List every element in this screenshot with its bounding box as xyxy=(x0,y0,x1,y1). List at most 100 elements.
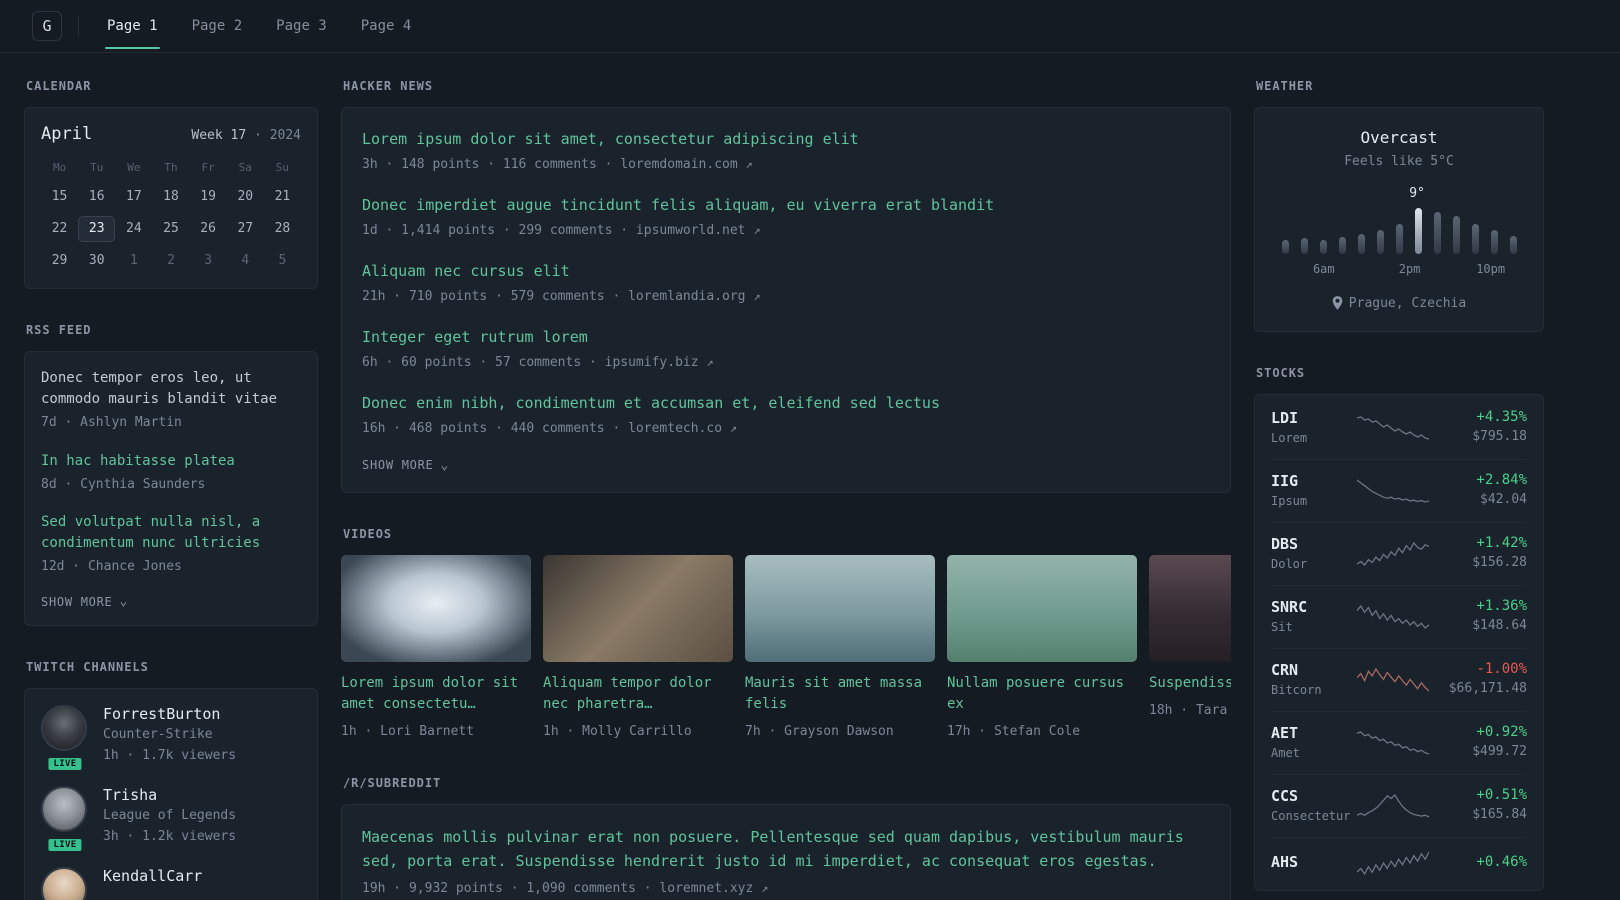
videos-row: Lorem ipsum dolor sit amet consectetu… 1… xyxy=(341,555,1231,742)
tab-page-4[interactable]: Page 4 xyxy=(359,0,414,53)
video-meta: 7h · Grayson Dawson xyxy=(745,724,894,739)
stock-name: Consectetur xyxy=(1271,809,1351,823)
channel-game: League of Legends xyxy=(103,807,237,823)
stock-symbol: AHS xyxy=(1271,853,1299,871)
hackernews-item: Donec enim nibh, condimentum et accumsan… xyxy=(362,392,1210,438)
video-card[interactable]: Suspendisse diam 18h · Tara xyxy=(1149,555,1231,742)
weather-time-label: 2pm xyxy=(1398,261,1421,276)
rss-item-meta: 8d · Cynthia Saunders xyxy=(41,476,206,492)
video-title[interactable]: Aliquam tempor dolor nec pharetra… xyxy=(543,673,733,715)
channel-meta: 1h · 1.7k viewers xyxy=(103,748,237,763)
stock-row: CCS Consectetur +0.51% $165.84 xyxy=(1271,774,1527,837)
external-link-icon: ↗ xyxy=(745,156,753,171)
video-card[interactable]: Lorem ipsum dolor sit amet consectetu… 1… xyxy=(341,555,531,742)
weather-bar xyxy=(1300,237,1308,254)
video-title[interactable]: Suspendisse diam xyxy=(1149,673,1231,694)
calendar-day: 22 xyxy=(51,221,68,236)
weather-chart: 9° 6am 2pm 10pm xyxy=(1281,186,1517,278)
hackernews-section: HACKER NEWS Lorem ipsum dolor sit amet, … xyxy=(341,79,1231,493)
twitch-channel[interactable]: LIVE KendallCarr xyxy=(41,866,301,900)
stock-row: IIG Ipsum +2.84% $42.04 xyxy=(1271,459,1527,522)
stock-row: SNRC Sit +1.36% $148.64 xyxy=(1271,585,1527,648)
video-title[interactable]: Mauris sit amet massa felis xyxy=(745,673,935,715)
video-title[interactable]: Lorem ipsum dolor sit amet consectetu… xyxy=(341,673,531,715)
video-thumbnail xyxy=(1149,555,1231,662)
channel-name: ForrestBurton xyxy=(103,704,221,723)
calendar-day: 26 xyxy=(200,221,216,236)
stock-name: Lorem xyxy=(1271,431,1308,445)
rss-item-title[interactable]: Sed volutpat nulla nisl, a condimentum n… xyxy=(41,512,301,554)
hackernews-item-title[interactable]: Donec enim nibh, condimentum et accumsan… xyxy=(362,392,1210,415)
calendar-weekday: Mo xyxy=(52,161,67,174)
channel-name: Trisha xyxy=(103,785,158,804)
weather-bar xyxy=(1281,239,1289,254)
stock-row: LDI Lorem +4.35% $795.18 xyxy=(1271,397,1527,459)
rss-show-more-button[interactable]: SHOW MORE ⌄ xyxy=(41,595,301,609)
stock-price: $795.18 xyxy=(1472,429,1527,445)
hackernews-show-more-button[interactable]: SHOW MORE ⌄ xyxy=(362,458,1210,472)
calendar-weekday: Th xyxy=(164,161,178,174)
external-link-icon: ↗ xyxy=(706,354,714,369)
calendar-day: 16 xyxy=(88,189,105,204)
stock-name: Sit xyxy=(1271,620,1293,634)
calendar-weekday: We xyxy=(127,161,141,174)
stock-symbol: SNRC xyxy=(1271,598,1308,616)
section-header-stocks: STOCKS xyxy=(1256,366,1306,380)
calendar-day: 21 xyxy=(274,189,291,204)
weather-bar xyxy=(1490,229,1498,254)
calendar-weekday: Tu xyxy=(90,161,104,174)
channel-meta: 3h · 1.2k viewers xyxy=(103,829,237,844)
stock-name: Ipsum xyxy=(1271,494,1308,508)
weather-bar xyxy=(1433,211,1441,254)
app-logo[interactable]: G xyxy=(32,11,62,41)
calendar-day-selected: 23 xyxy=(78,216,116,242)
stock-price: $156.28 xyxy=(1472,555,1527,571)
video-meta: 17h · Stefan Cole xyxy=(947,724,1081,739)
stock-change: +1.42% xyxy=(1476,535,1527,552)
stocks-card: LDI Lorem +4.35% $795.18 IIG Ipsum +2.84… xyxy=(1254,394,1544,891)
stock-symbol: CCS xyxy=(1271,787,1299,805)
twitch-channel[interactable]: LIVE ForrestBurton Counter-Strike 1h · 1… xyxy=(41,704,301,772)
subreddit-post-title[interactable]: Maecenas mollis pulvinar erat non posuer… xyxy=(362,825,1210,873)
hackernews-item-title[interactable]: Aliquam nec cursus elit xyxy=(362,260,1210,283)
rss-item-title[interactable]: In hac habitasse platea xyxy=(41,451,301,472)
section-header-subreddit: /R/SUBREDDIT xyxy=(343,775,442,790)
weather-bar xyxy=(1319,239,1327,254)
calendar-day: 19 xyxy=(200,189,216,204)
weather-bar xyxy=(1452,215,1460,254)
stock-price: $499.72 xyxy=(1472,744,1527,760)
video-card[interactable]: Aliquam tempor dolor nec pharetra… 1h · … xyxy=(543,555,733,742)
subreddit-post-meta: 19h · 9,932 points · 1,090 comments · lo… xyxy=(362,880,769,896)
twitch-channel[interactable]: LIVE Trisha League of Legends 3h · 1.2k … xyxy=(41,785,301,853)
stock-change: +4.35% xyxy=(1476,409,1527,426)
calendar-day: 17 xyxy=(126,189,142,204)
video-card[interactable]: Mauris sit amet massa felis 7h · Grayson… xyxy=(745,555,935,742)
calendar-day: 30 xyxy=(88,253,105,268)
hackernews-item-title[interactable]: Lorem ipsum dolor sit amet, consectetur … xyxy=(362,128,1210,151)
video-title[interactable]: Nullam posuere cursus ex xyxy=(947,673,1137,715)
hackernews-item-title[interactable]: Donec imperdiet augue tincidunt felis al… xyxy=(362,194,1210,217)
weather-bar xyxy=(1338,236,1346,254)
tab-page-3[interactable]: Page 3 xyxy=(274,0,329,53)
tab-page-2[interactable]: Page 2 xyxy=(190,0,245,53)
hackernews-item-title[interactable]: Integer eget rutrum lorem xyxy=(362,326,1210,349)
stock-sparkline xyxy=(1357,541,1430,566)
external-link-icon: ↗ xyxy=(753,288,761,303)
rss-item-title[interactable]: Donec tempor eros leo, ut commodo mauris… xyxy=(41,368,301,410)
tab-page-1[interactable]: Page 1 xyxy=(105,0,160,53)
stock-name: Bitcorn xyxy=(1271,683,1322,697)
weather-bar xyxy=(1509,235,1517,254)
stock-name: Dolor xyxy=(1271,557,1308,571)
stock-price: $42.04 xyxy=(1480,492,1527,508)
hackernews-item: Lorem ipsum dolor sit amet, consectetur … xyxy=(362,128,1210,174)
section-header-videos: VIDEOS xyxy=(343,527,393,541)
external-link-icon: ↗ xyxy=(729,420,738,435)
live-badge: LIVE xyxy=(46,836,84,853)
weather-time-axis: 6am 2pm 10pm xyxy=(1282,262,1517,278)
avatar xyxy=(41,704,87,751)
video-card[interactable]: Nullam posuere cursus ex 17h · Stefan Co… xyxy=(947,555,1137,742)
stock-symbol: CRN xyxy=(1271,661,1299,679)
calendar-day: 4 xyxy=(241,253,250,268)
topbar-divider xyxy=(78,15,79,37)
weather-bar xyxy=(1357,233,1365,254)
